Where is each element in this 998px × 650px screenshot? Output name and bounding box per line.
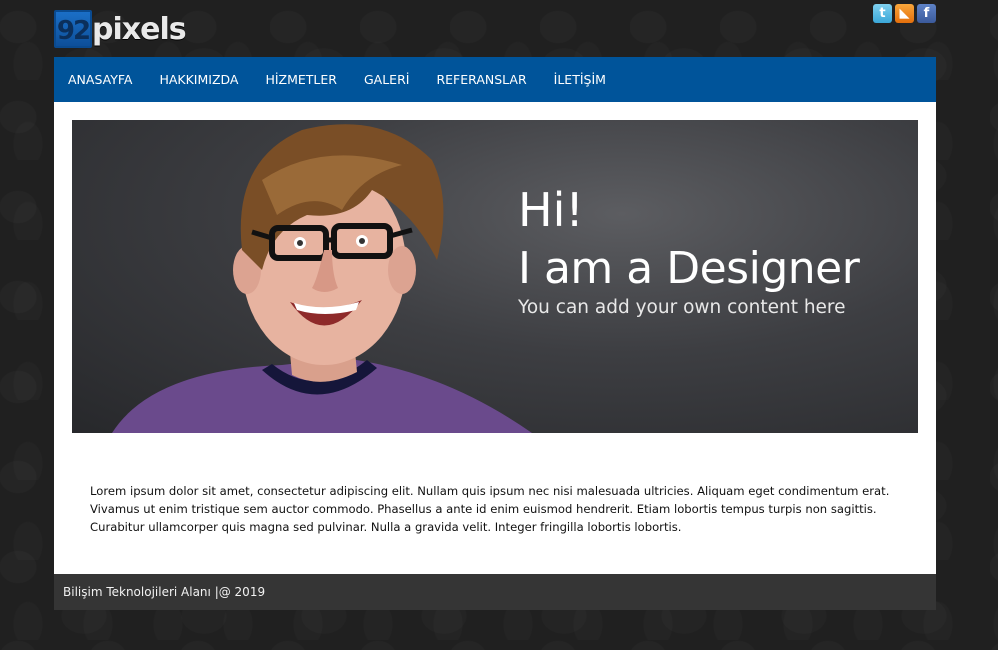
nav-item-referanslar[interactable]: REFERANSLAR [436,72,526,87]
content-area: Hi! I am a Designer You can add your own… [54,102,936,574]
banner-headline: I am a Designer [518,243,860,294]
site-logo[interactable]: 92 pixels [54,7,187,51]
rss-icon[interactable]: ◣ [895,4,914,23]
facebook-icon[interactable]: f [917,4,936,23]
hero-banner: Hi! I am a Designer You can add your own… [72,120,918,433]
site-footer: Bilişim Teknolojileri Alanı |@ 2019 [54,574,936,610]
logo-badge: 92 [54,10,92,48]
body-paragraph: Lorem ipsum dolor sit amet, consectetur … [90,483,890,534]
nav-item-hakkimizda[interactable]: HAKKIMIZDA [159,72,238,87]
logo-text: pixels [92,11,187,47]
banner-text: Hi! I am a Designer You can add your own… [518,182,860,320]
banner-greeting: Hi! [518,183,584,237]
top-bar: 92 pixels t ◣ f [54,0,936,57]
twitter-icon[interactable]: t [873,4,892,23]
main-nav: ANASAYFA HAKKIMIZDA HİZMETLER GALERİ REF… [54,57,936,102]
footer-text: Bilişim Teknolojileri Alanı |@ 2019 [63,585,266,599]
nav-item-hizmetler[interactable]: HİZMETLER [265,72,337,87]
banner-subline: You can add your own content here [518,297,846,318]
nav-item-iletisim[interactable]: İLETİŞİM [554,72,606,87]
designer-photo [112,124,532,433]
social-links: t ◣ f [873,4,936,23]
nav-item-galeri[interactable]: GALERİ [364,72,409,87]
page-wrapper: 92 pixels t ◣ f ANASAYFA HAKKIMIZDA HİZM… [54,0,936,610]
nav-item-anasayfa[interactable]: ANASAYFA [68,72,132,87]
